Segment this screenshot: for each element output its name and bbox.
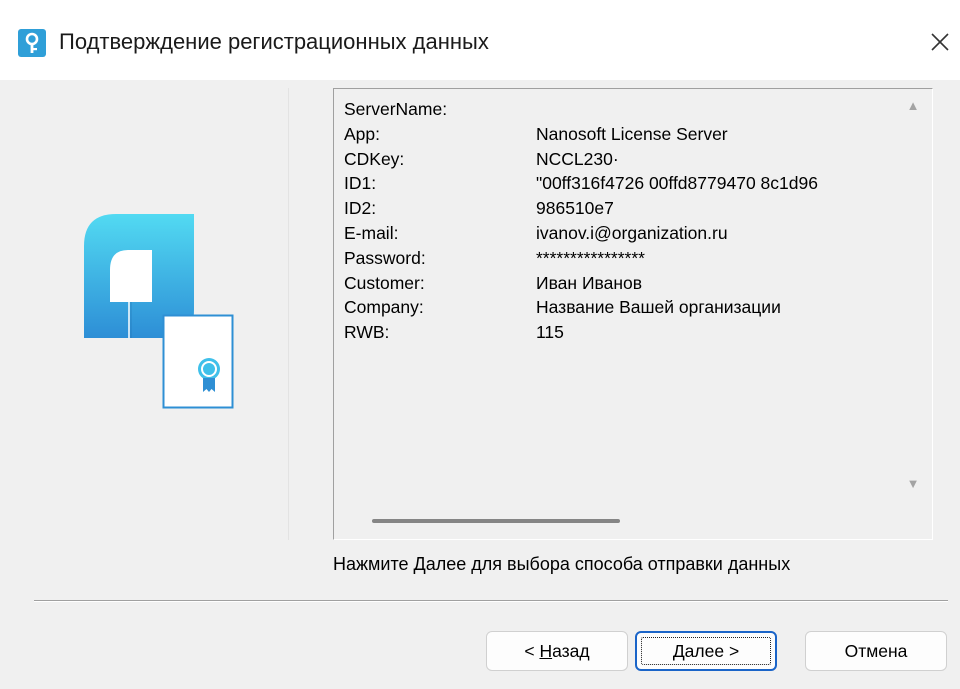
registration-row: ID2: 986510e7 xyxy=(344,196,896,221)
registration-key-icon xyxy=(18,29,46,57)
focus-rect xyxy=(641,637,771,665)
title-bar: Подтверждение регистрационных данных xyxy=(0,0,960,80)
next-button[interactable]: Далее > xyxy=(635,631,777,671)
field-label: ServerName: xyxy=(344,99,448,119)
registration-row: App: Nanosoft License Server xyxy=(344,122,896,147)
registration-row: Company: Название Вашей организации xyxy=(344,295,896,320)
registration-row: E-mail: ivanov.i@organization.ru xyxy=(344,221,896,246)
window-title: Подтверждение регистрационных данных xyxy=(59,29,489,54)
field-value: NCCL230· xyxy=(536,148,619,169)
scrollbar-corner xyxy=(894,499,932,539)
field-value: Иван Иванов xyxy=(536,272,643,293)
horizontal-scrollbar[interactable] xyxy=(334,499,894,539)
back-label-rest: азад xyxy=(552,641,590,661)
field-label: Customer: xyxy=(344,272,425,293)
scroll-up-arrow-icon[interactable]: ▲ xyxy=(894,91,932,121)
field-value: "00ff316f4726 00ffd8779470 8c1d96 xyxy=(536,173,818,194)
instruction-text: Нажмите Далее для выбора способа отправк… xyxy=(333,554,791,574)
field-label: Company: xyxy=(344,297,424,318)
registration-row: Password: **************** xyxy=(344,246,896,271)
registration-row: RWB: 115 xyxy=(344,320,896,345)
field-value: Название Вашей организации xyxy=(536,297,781,318)
field-value: 115 xyxy=(536,322,564,343)
back-prefix: < xyxy=(524,641,540,661)
field-label: ID2: xyxy=(344,198,377,219)
field-label: RWB: xyxy=(344,322,390,343)
back-button[interactable]: < Назад xyxy=(486,631,628,671)
close-icon[interactable] xyxy=(922,24,958,60)
registration-data-list: ServerName: App: Nanosoft License Server CD… xyxy=(344,97,896,497)
registration-row: ID1: "00ff316f4726 00ffd8779470 8c1d96 xyxy=(344,171,896,196)
field-label: Password: xyxy=(344,247,426,268)
field-label: App: xyxy=(344,123,380,144)
registration-data-box[interactable]: ServerName: App: Nanosoft License Server CD… xyxy=(333,88,933,540)
field-value: 986510e7 xyxy=(536,198,614,219)
panel-divider xyxy=(288,88,289,540)
registration-row: CDKey: NCCL230· xyxy=(344,147,896,172)
license-certificate-icon xyxy=(84,214,234,409)
field-label: E-mail: xyxy=(344,222,399,243)
registration-row: Customer: Иван Иванов xyxy=(344,271,896,296)
vertical-scrollbar[interactable]: ▲ ▼ xyxy=(894,89,932,499)
scroll-down-arrow-icon[interactable]: ▼ xyxy=(894,469,932,499)
horizontal-scroll-thumb[interactable] xyxy=(372,519,620,523)
back-mnemonic: Н xyxy=(539,641,553,661)
field-value: **************** xyxy=(536,247,645,268)
field-value: ivanov.i@organization.ru xyxy=(536,222,728,243)
cancel-button[interactable]: Отмена xyxy=(805,631,947,671)
button-separator xyxy=(34,600,948,602)
field-label: CDKey: xyxy=(344,148,405,169)
field-label: ID1: xyxy=(344,173,377,194)
registration-row: ServerName: xyxy=(344,97,896,122)
field-value: Nanosoft License Server xyxy=(536,123,728,144)
